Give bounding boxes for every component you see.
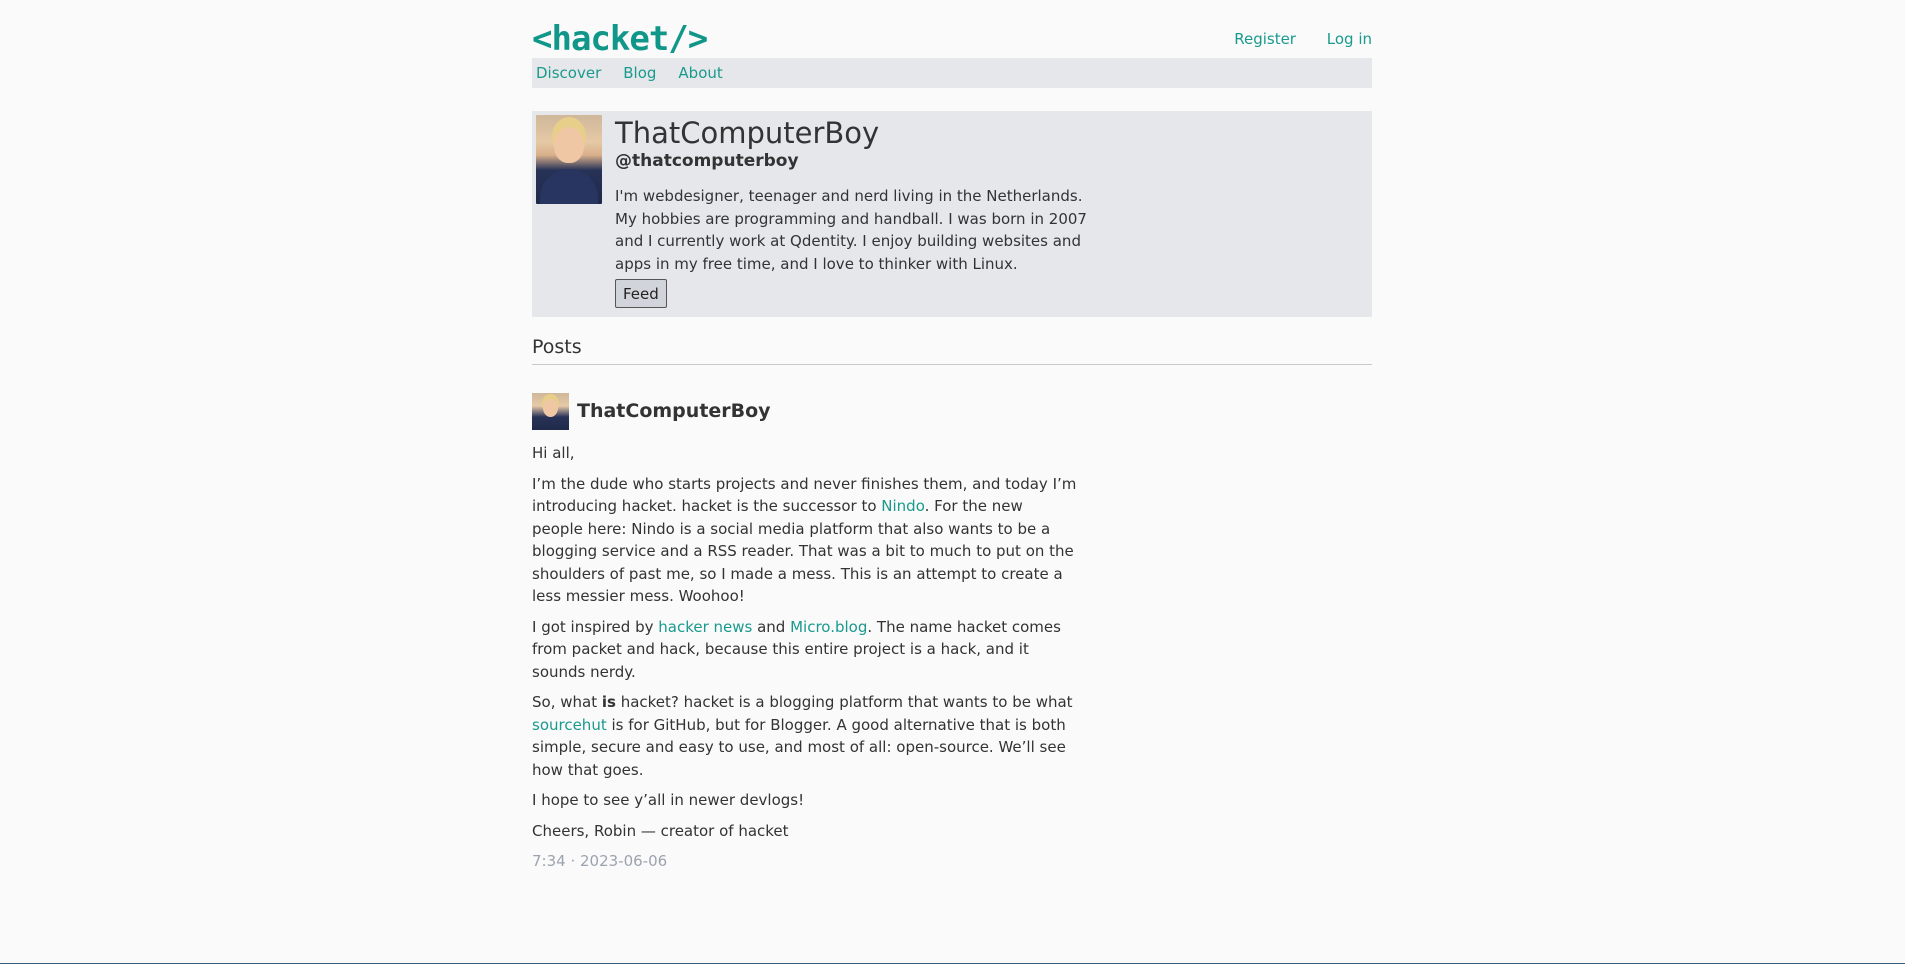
nav-item-blog[interactable]: Blog: [623, 64, 656, 82]
profile-bio: I'm webdesigner, teenager and nerd livin…: [615, 187, 1087, 273]
microblog-link[interactable]: Micro.blog: [790, 618, 867, 636]
hacker-news-link[interactable]: hacker news: [658, 618, 752, 636]
posts-heading: Posts: [532, 336, 1372, 365]
avatar-shoulders: [540, 169, 598, 204]
profile-handle: @thatcomputerboy: [615, 151, 799, 171]
post-paragraph: I’m the dude who starts projects and nev…: [532, 473, 1077, 608]
page-container: <hacket/> Register Log in Discover Blog …: [532, 0, 1372, 870]
site-logo[interactable]: <hacket/>: [532, 19, 708, 59]
post-author-avatar[interactable]: [532, 392, 569, 430]
post-timestamp[interactable]: 7:34 · 2023-06-06: [532, 852, 1077, 870]
auth-links: Register Log in: [1208, 30, 1372, 48]
main-nav: Discover Blog About: [532, 58, 1372, 88]
text: I got inspired by: [532, 617, 659, 636]
post-body: Hi all, I’m the dude who starts projects…: [532, 442, 1077, 842]
post-paragraph: I got inspired by hacker news and Micro.…: [532, 616, 1077, 684]
text: is for GitHub, but for Blogger. A good a…: [532, 715, 1066, 779]
nindo-link[interactable]: Nindo: [881, 497, 924, 515]
sourcehut-link[interactable]: sourcehut: [532, 716, 607, 734]
post-author[interactable]: ThatComputerBoy: [532, 392, 1077, 430]
avatar-face: [554, 127, 584, 163]
post-paragraph: So, what is hacket? hacket is a blogging…: [532, 691, 1077, 781]
profile-display-name: ThatComputerBoy: [615, 116, 880, 150]
post-paragraph: I hope to see y’all in newer devlogs!: [532, 791, 805, 809]
login-link[interactable]: Log in: [1327, 30, 1372, 48]
register-link[interactable]: Register: [1234, 30, 1296, 48]
feed-button[interactable]: Feed: [615, 279, 667, 308]
post-paragraph: Cheers, Robin — creator of hacket: [532, 821, 789, 840]
site-header: <hacket/> Register Log in: [532, 0, 1372, 59]
post-author-name[interactable]: ThatComputerBoy: [577, 400, 771, 422]
profile-card: ThatComputerBoy @thatcomputerboy I'm web…: [532, 111, 1372, 317]
text: and: [752, 617, 791, 636]
nav-item-discover[interactable]: Discover: [536, 64, 601, 82]
post-item: ThatComputerBoy Hi all, I’m the dude who…: [532, 392, 1077, 870]
nav-item-about[interactable]: About: [678, 64, 722, 82]
profile-avatar: [536, 115, 602, 204]
bold-text: is: [601, 693, 616, 711]
avatar-face: [543, 398, 558, 417]
text: hacket? hacket is a blogging platform th…: [615, 693, 1073, 711]
post-paragraph: Hi all,: [532, 444, 575, 462]
text: So, what: [532, 693, 602, 711]
